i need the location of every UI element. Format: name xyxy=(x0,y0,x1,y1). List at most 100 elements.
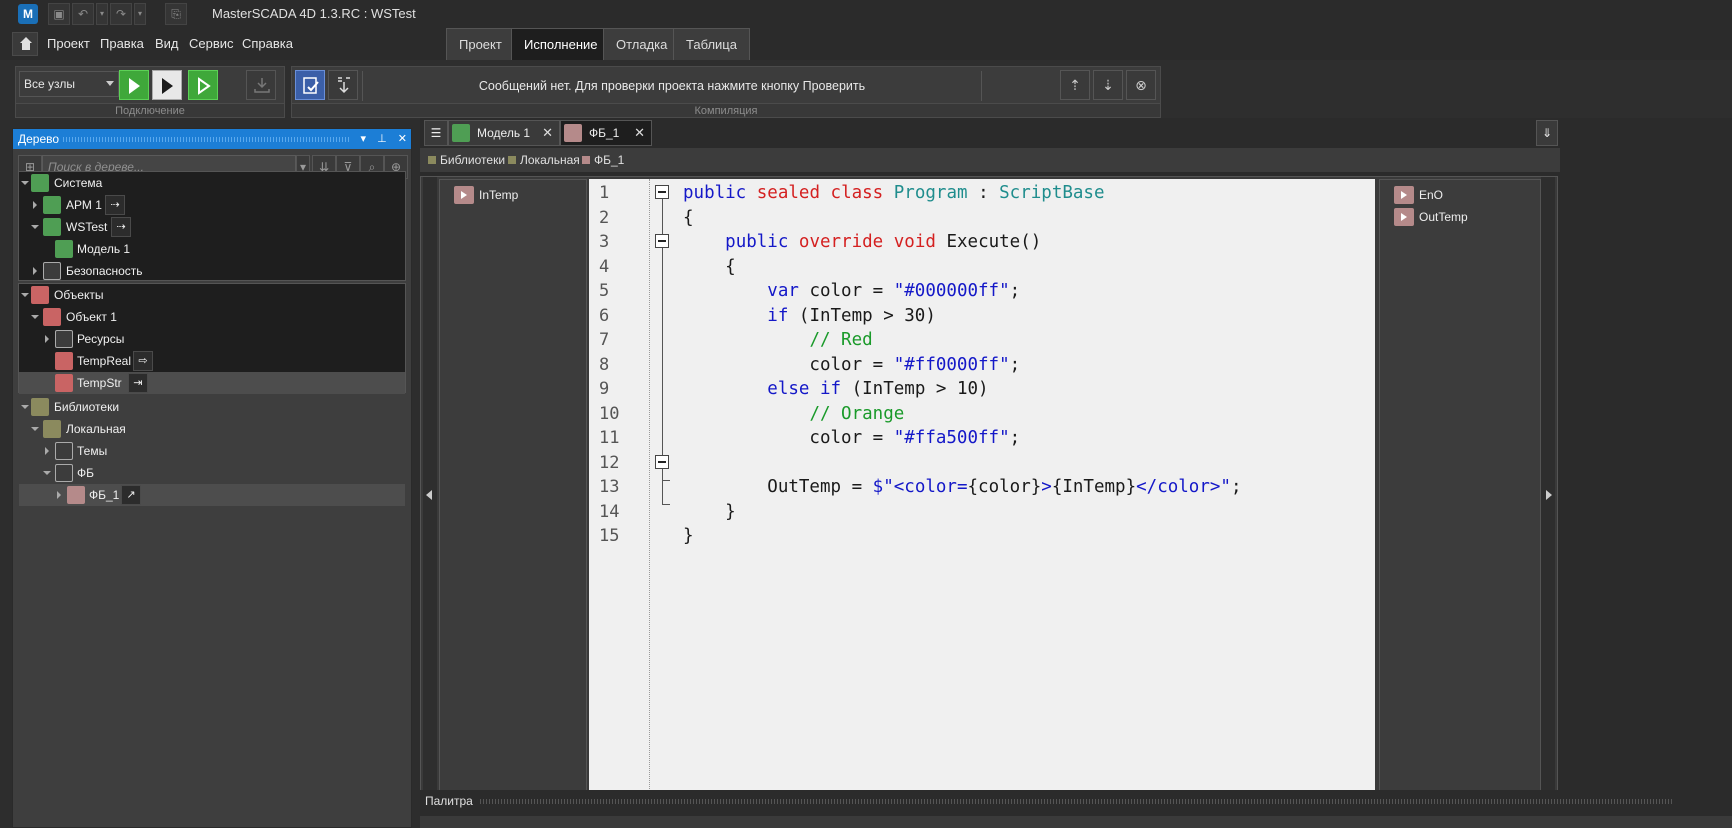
menu-project[interactable]: Проект xyxy=(47,36,90,51)
tab-execution[interactable]: Исполнение xyxy=(511,28,611,60)
objects-icon xyxy=(31,286,49,304)
menu-service[interactable]: Сервис xyxy=(189,36,234,51)
undo-icon[interactable]: ↶ xyxy=(72,3,94,25)
tab-list-icon[interactable]: ☰ xyxy=(424,120,448,146)
tree-item-resources[interactable]: Ресурсы xyxy=(19,328,405,350)
tree-item-model1[interactable]: Модель 1 xyxy=(19,238,405,260)
code-token: void xyxy=(893,232,936,252)
save-icon[interactable]: ▣ xyxy=(48,3,70,25)
run-button[interactable] xyxy=(119,70,149,100)
collapse-inputs-button[interactable] xyxy=(423,177,437,817)
breadcrumb: Библиотеки Локальная ФБ_1 xyxy=(420,148,1560,172)
code-lines: public sealed class Program : ScriptBase… xyxy=(683,181,1242,549)
tree-item-tempreal[interactable]: TempReal ⇨ xyxy=(19,350,405,372)
fold-toggle-icon[interactable] xyxy=(655,185,669,199)
node-select[interactable]: Все узлы xyxy=(19,71,119,97)
folder-icon xyxy=(43,262,61,280)
folder-icon xyxy=(55,330,73,348)
server-icon xyxy=(43,218,61,236)
compile-button[interactable] xyxy=(328,70,358,100)
output-port-icon xyxy=(1394,208,1414,226)
tree-item-libraries[interactable]: Библиотеки xyxy=(19,396,405,418)
arrow-link-icon[interactable]: ↗ xyxy=(121,485,141,505)
download-button[interactable] xyxy=(246,70,276,100)
tree-panel: Дерево ▾ ⊥ ✕ ⊞ Поиск в дереве... ▾ ⇊ ⊽ ⌕… xyxy=(12,128,412,828)
tab-debug[interactable]: Отладка xyxy=(603,28,681,60)
code-token: "#ffa500ff" xyxy=(893,428,1010,448)
tree-item-object1[interactable]: Объект 1 xyxy=(19,306,405,328)
redo-dropdown-icon[interactable]: ▾ xyxy=(134,3,146,25)
library-icon xyxy=(31,398,49,416)
input-link-icon[interactable]: ⇥ xyxy=(128,373,148,393)
tab-fb1[interactable]: ФБ_1 ✕ xyxy=(560,120,652,146)
clear-messages-button[interactable]: ⊗ xyxy=(1126,70,1156,100)
tab-model1[interactable]: Модель 1 ✕ xyxy=(448,120,560,146)
drag-grip[interactable] xyxy=(63,137,351,142)
menu-help[interactable]: Справка xyxy=(242,36,293,51)
variable-icon xyxy=(55,352,73,370)
tree-panel-title: Дерево xyxy=(18,132,60,146)
tree-item-fb1[interactable]: ФБ_1 ↗ xyxy=(19,484,405,506)
play-icon xyxy=(129,78,140,94)
tab-project[interactable]: Проект xyxy=(446,28,515,60)
run-local-button[interactable] xyxy=(152,70,182,100)
tree-item-themes[interactable]: Темы xyxy=(19,440,405,462)
link-badge-icon[interactable]: ⇢ xyxy=(111,217,131,237)
panel-menu-icon[interactable]: ▾ xyxy=(361,133,367,145)
connection-group-label: Подключение xyxy=(16,103,284,117)
code-editor[interactable]: 1 2 3 4 5 6 7 8 9 10 11 12 13 14 15 publ… xyxy=(589,179,1375,813)
clipboard-icon[interactable]: ⎘ xyxy=(165,3,187,25)
close-icon[interactable]: ✕ xyxy=(542,121,553,145)
inputs-panel: InTemp xyxy=(439,179,587,813)
libraries-section: Библиотеки Локальная Темы ФБ ФБ_1 ↗ xyxy=(18,395,406,506)
code-line: OutTemp = $"<color={color}>{InTemp}</col… xyxy=(683,477,1242,497)
tab-overflow-icon[interactable]: ⇓ xyxy=(1536,120,1558,146)
breadcrumb-marker xyxy=(508,156,516,164)
fold-toggle-icon[interactable] xyxy=(655,234,669,248)
next-error-button[interactable]: ⇣ xyxy=(1093,70,1123,100)
tab-table[interactable]: Таблица xyxy=(673,28,750,60)
tree-item-local[interactable]: Локальная xyxy=(19,418,405,440)
tree-item-security[interactable]: Безопасность xyxy=(19,260,405,282)
tree-item-system[interactable]: Система xyxy=(19,172,405,194)
code-token: // Red xyxy=(809,330,873,350)
tree-item-wstest[interactable]: WSTest ⇢ xyxy=(19,216,405,238)
code-token: class xyxy=(830,183,884,203)
code-token: > xyxy=(1041,477,1052,497)
redo-icon[interactable]: ↷ xyxy=(110,3,132,25)
prev-error-button[interactable]: ⇡ xyxy=(1060,70,1090,100)
link-badge-icon[interactable]: ⇢ xyxy=(105,195,125,215)
code-token: else if xyxy=(767,379,842,399)
collapse-outputs-button[interactable] xyxy=(1541,177,1555,817)
breadcrumb-fb1[interactable]: ФБ_1 xyxy=(594,153,624,167)
breadcrumb-libraries[interactable]: Библиотеки xyxy=(440,153,505,167)
code-token: var xyxy=(767,281,799,301)
home-icon[interactable] xyxy=(12,32,38,56)
code-token: // Orange xyxy=(809,403,905,424)
fold-toggle-icon[interactable] xyxy=(655,455,669,469)
undo-dropdown-icon[interactable]: ▾ xyxy=(96,3,108,25)
breadcrumb-local[interactable]: Локальная xyxy=(520,153,580,167)
pin-icon[interactable]: ⊥ xyxy=(377,133,387,145)
tree-item-objects[interactable]: Объекты xyxy=(19,284,405,306)
code-token: if xyxy=(767,305,789,326)
code-token: Execute() xyxy=(946,232,1042,252)
tree-item-arm1[interactable]: АРМ 1 ⇢ xyxy=(19,194,405,216)
palette-header: Палитра xyxy=(420,790,1732,812)
palette-tabs[interactable] xyxy=(420,816,1732,828)
tree-item-fb[interactable]: ФБ xyxy=(19,462,405,484)
function-block-icon xyxy=(564,124,582,142)
menu-view[interactable]: Вид xyxy=(155,36,179,51)
check-project-button[interactable] xyxy=(295,70,325,100)
close-icon[interactable]: ✕ xyxy=(398,133,407,145)
fold-margin xyxy=(649,179,650,813)
output-link-icon[interactable]: ⇨ xyxy=(133,351,153,371)
code-token: public xyxy=(683,183,747,203)
drag-grip[interactable] xyxy=(480,799,1672,804)
run-debug-button[interactable] xyxy=(188,70,218,100)
fb-editor: InTemp 1 2 3 4 5 6 7 8 9 10 11 12 13 14 … xyxy=(420,176,1558,817)
menu-edit[interactable]: Правка xyxy=(100,36,144,51)
tree-item-tempstr[interactable]: TempStr ⇥ xyxy=(19,372,405,394)
code-line: color = "#ff0000ff"; xyxy=(683,354,1021,375)
close-icon[interactable]: ✕ xyxy=(634,121,645,145)
